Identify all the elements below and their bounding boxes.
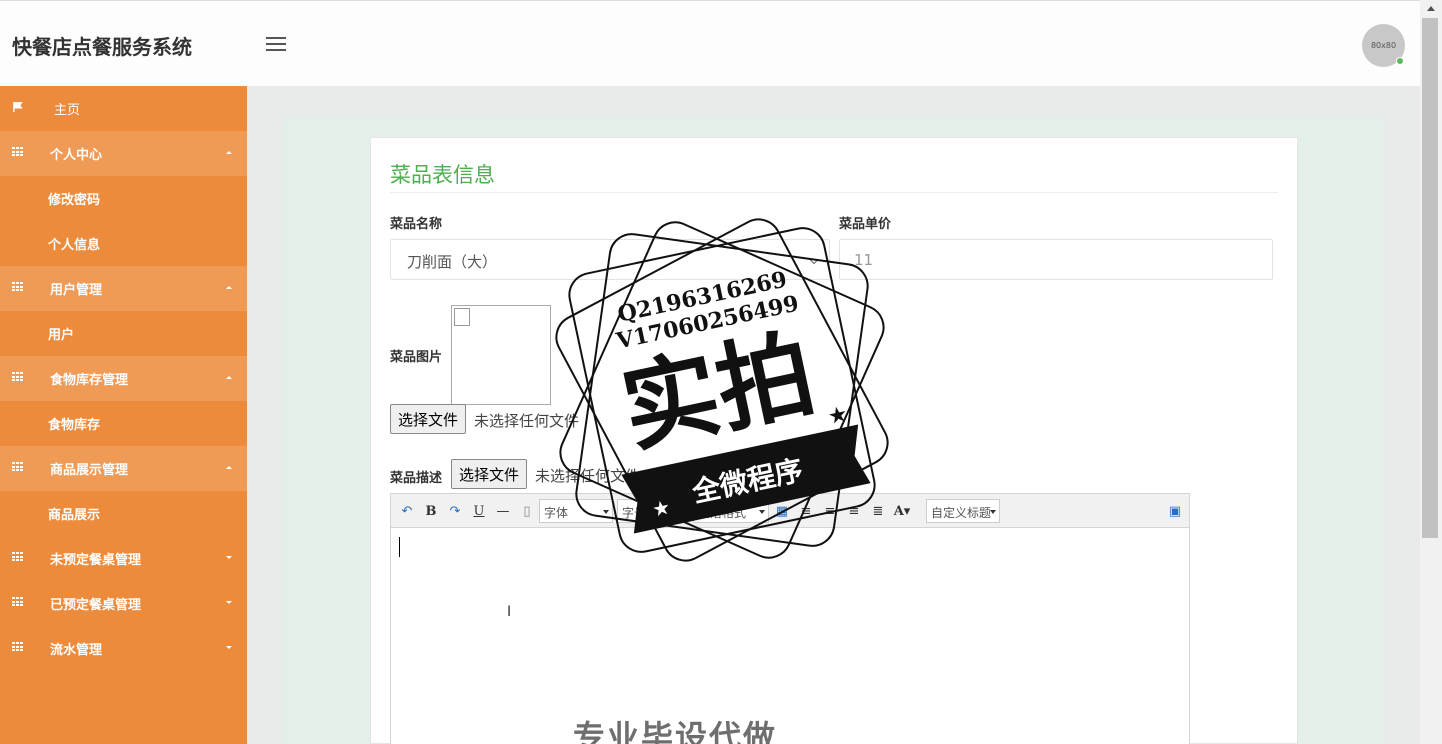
caret-up-icon bbox=[226, 286, 232, 289]
dish-image-label: 菜品图片 bbox=[390, 350, 443, 365]
sidebar-item-food-stock[interactable]: 食物库存 bbox=[0, 401, 247, 446]
caret-down-icon bbox=[226, 601, 232, 604]
grid-icon bbox=[12, 597, 24, 607]
image-file-button[interactable]: 选择文件 bbox=[390, 404, 467, 434]
sidebar-group-label: 食物库存管理 bbox=[50, 373, 129, 388]
ibeam-cursor-icon: Ⅰ bbox=[507, 604, 512, 620]
sidebar-group-food-stock[interactable]: 食物库存管理 bbox=[0, 356, 247, 401]
sidebar-item-change-password[interactable]: 修改密码 bbox=[0, 176, 247, 221]
sidebar-item-label: 主页 bbox=[54, 103, 81, 118]
online-status-dot bbox=[1396, 57, 1404, 65]
grid-icon bbox=[12, 147, 24, 157]
hamburger-menu-icon[interactable] bbox=[266, 37, 286, 53]
grid-icon bbox=[12, 642, 24, 652]
top-header: 快餐店点餐服务系统 80x80 bbox=[0, 0, 1420, 86]
custom-title-select[interactable]: 自定义标题 bbox=[926, 499, 1000, 523]
document-icon[interactable]: ▯ bbox=[518, 502, 536, 520]
sidebar-group-unreserved-tables[interactable]: 未预定餐桌管理 bbox=[0, 536, 247, 581]
dish-name-label: 菜品名称 bbox=[390, 217, 443, 232]
sidebar-item-personal-info[interactable]: 个人信息 bbox=[0, 221, 247, 266]
dish-price-input[interactable]: 11 bbox=[839, 239, 1273, 280]
grid-icon bbox=[12, 282, 24, 292]
caret-up-icon bbox=[226, 466, 232, 469]
sidebar-group-users[interactable]: 用户管理 bbox=[0, 266, 247, 311]
sidebar-group-label: 流水管理 bbox=[50, 643, 103, 658]
underline-icon[interactable]: U bbox=[470, 502, 488, 520]
sidebar-group-label: 个人中心 bbox=[50, 148, 103, 163]
sidebar-group-cashflow[interactable]: 流水管理 bbox=[0, 626, 247, 671]
caret-up-icon bbox=[226, 376, 232, 379]
sidebar-group-label: 商品展示管理 bbox=[50, 463, 129, 478]
undo-icon[interactable]: ↶ bbox=[398, 502, 416, 520]
sidebar: 主页 个人中心 修改密码 个人信息 用户管理 用户 食物库存管理 食物库存 商品… bbox=[0, 86, 247, 744]
caret-down-icon bbox=[226, 646, 232, 649]
desc-file-button[interactable]: 选择文件 bbox=[451, 459, 528, 489]
caret-up-icon bbox=[226, 151, 232, 154]
sidebar-group-label: 已预定餐桌管理 bbox=[50, 598, 142, 613]
sidebar-group-label: 未预定餐桌管理 bbox=[50, 553, 142, 568]
horizontal-rule-icon[interactable]: — bbox=[494, 502, 512, 520]
sidebar-item-product-display[interactable]: 商品展示 bbox=[0, 491, 247, 536]
sidebar-group-product-display[interactable]: 商品展示管理 bbox=[0, 446, 247, 491]
broken-image-icon bbox=[451, 305, 551, 405]
stamp-watermark: Q2196316269 V17060256499 实拍 全微程序 ★ ★ bbox=[555, 218, 889, 562]
dish-desc-label: 菜品描述 bbox=[390, 471, 443, 486]
fullscreen-icon[interactable]: ▣ bbox=[1166, 502, 1184, 520]
dish-name-value: 刀削面（大） bbox=[407, 253, 498, 271]
redo-icon[interactable]: ↷ bbox=[446, 502, 464, 520]
divider bbox=[390, 192, 1278, 193]
sidebar-group-reserved-tables[interactable]: 已预定餐桌管理 bbox=[0, 581, 247, 626]
bold-icon[interactable]: B bbox=[422, 502, 440, 520]
grid-icon bbox=[12, 372, 24, 382]
star-icon: ★ bbox=[826, 402, 851, 431]
text-cursor bbox=[399, 537, 400, 557]
scroll-up-arrow-icon[interactable] bbox=[1427, 6, 1435, 11]
scroll-thumb[interactable] bbox=[1422, 18, 1438, 538]
flag-icon bbox=[13, 102, 23, 112]
grid-icon bbox=[12, 552, 24, 562]
bottom-watermark: 专业毕设代做 bbox=[573, 718, 778, 744]
page-scrollbar[interactable] bbox=[1420, 0, 1442, 744]
caret-down-icon bbox=[226, 556, 232, 559]
form-title: 菜品表信息 bbox=[390, 163, 495, 187]
grid-icon bbox=[12, 462, 24, 472]
sidebar-group-personal[interactable]: 个人中心 bbox=[0, 131, 247, 176]
sidebar-group-label: 用户管理 bbox=[50, 283, 103, 298]
sidebar-item-home[interactable]: 主页 bbox=[0, 86, 247, 131]
app-title: 快餐店点餐服务系统 bbox=[12, 35, 192, 59]
sidebar-item-user[interactable]: 用户 bbox=[0, 311, 247, 356]
